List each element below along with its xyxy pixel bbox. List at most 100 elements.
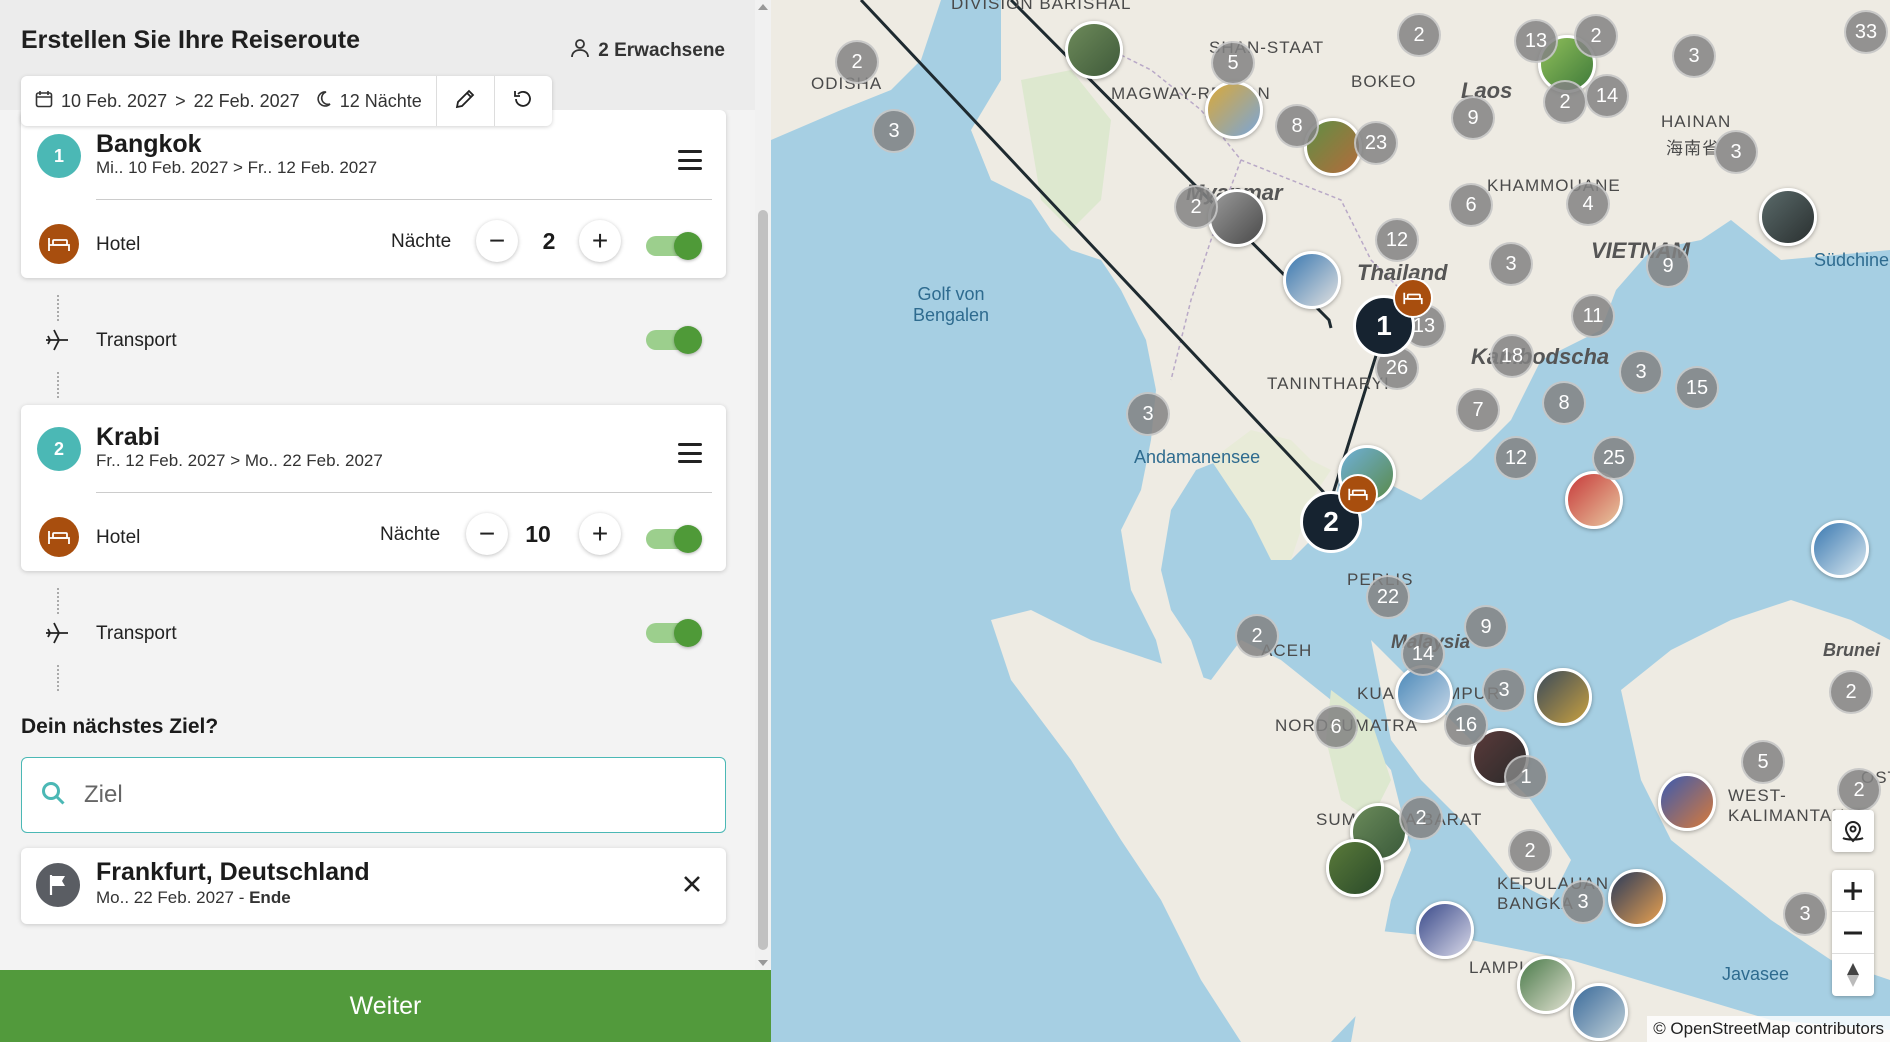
plus-button[interactable]: + [579,220,621,262]
panel-scrollbar[interactable] [755,0,771,970]
close-icon[interactable] [682,874,702,899]
cluster-marker[interactable]: 2 [1829,670,1873,714]
itinerary-list[interactable]: 1 Bangkok Mi.. 10 Feb. 2027 > Fr.. 12 Fe… [0,110,755,970]
continue-button[interactable]: Weiter [0,970,771,1042]
photo-marker[interactable] [1416,901,1474,959]
stop-card: 2 Krabi Fr.. 12 Feb. 2027 > Mo.. 22 Feb.… [21,405,726,571]
date-to: 22 Feb. 2027 [193,90,300,111]
cluster-marker[interactable]: 8 [1275,104,1319,148]
photo-marker[interactable] [1283,251,1341,309]
date-separator: > [175,90,186,111]
cluster-marker[interactable]: 9 [1464,605,1508,649]
pencil-icon [454,88,476,115]
cluster-marker[interactable]: 12 [1494,436,1538,480]
end-destination-card: Frankfurt, Deutschland Mo.. 22 Feb. 2027… [21,848,726,924]
cluster-marker[interactable]: 3 [1619,350,1663,394]
photo-marker[interactable] [1326,839,1384,897]
transport-toggle[interactable] [646,619,702,647]
cluster-marker[interactable]: 9 [1646,244,1690,288]
photo-marker[interactable] [1208,189,1266,247]
cluster-marker[interactable]: 5 [1211,41,1255,85]
cluster-marker[interactable]: 12 [1375,218,1419,262]
hotel-toggle[interactable] [646,525,702,553]
cluster-marker[interactable]: 9 [1451,96,1495,140]
cluster-marker[interactable]: 2 [1574,14,1618,58]
photo-marker[interactable] [1065,21,1123,79]
end-date: Mo.. 22 Feb. 2027 - [96,888,250,907]
map[interactable]: DIVISION BARISHAL ODISHA SHAN-STAAT MAGW… [771,0,1890,1042]
cluster-marker[interactable]: 22 [1366,575,1410,619]
cluster-marker[interactable]: 3 [872,109,916,153]
travellers-button[interactable]: 2 Erwachsene [570,38,725,64]
cluster-marker[interactable]: 7 [1456,388,1500,432]
cluster-marker[interactable]: 25 [1592,436,1636,480]
cluster-marker[interactable]: 3 [1561,880,1605,924]
hotel-toggle[interactable] [646,232,702,260]
photo-marker[interactable] [1811,520,1869,578]
cluster-marker[interactable]: 16 [1444,703,1488,747]
map-label: DIVISION BARISHAL [951,0,1132,13]
cluster-marker[interactable]: 3 [1783,892,1827,936]
nights-value: 10 [525,521,551,547]
photo-marker[interactable] [1205,81,1263,139]
zoom-out-button[interactable] [1832,912,1874,954]
cluster-marker[interactable]: 18 [1490,334,1534,378]
cluster-marker[interactable]: 5 [1741,740,1785,784]
cluster-marker[interactable]: 14 [1401,632,1445,676]
end-dates: Mo.. 22 Feb. 2027 - Ende [96,888,291,908]
cluster-marker[interactable]: 11 [1571,294,1615,338]
scrollbar-thumb[interactable] [758,210,768,950]
cluster-marker[interactable]: 2 [835,40,879,84]
cluster-marker[interactable]: 3 [1672,34,1716,78]
photo-marker[interactable] [1658,773,1716,831]
cluster-marker[interactable]: 15 [1675,366,1719,410]
map-attribution[interactable]: © OpenStreetMap contributors [1647,1016,1890,1042]
map-label: Golf von Bengalen [912,284,990,325]
cluster-marker[interactable]: 13 [1514,19,1558,63]
bed-icon [39,517,79,557]
cluster-marker[interactable]: 3 [1489,242,1533,286]
cluster-marker[interactable]: 33 [1844,10,1888,54]
cluster-marker[interactable]: 2 [1399,796,1443,840]
nights-label: Nächte [391,231,452,252]
cluster-marker[interactable]: 1 [1504,755,1548,799]
cluster-marker[interactable]: 6 [1314,705,1358,749]
menu-icon[interactable] [678,150,702,170]
zoom-in-button[interactable] [1832,870,1874,912]
cluster-marker[interactable]: 3 [1714,130,1758,174]
cluster-marker[interactable]: 23 [1354,121,1398,165]
reset-button[interactable] [493,76,552,126]
cluster-marker[interactable]: 2 [1508,829,1552,873]
edit-button[interactable] [435,76,494,126]
compass-button[interactable] [1832,954,1874,996]
locate-button[interactable] [1832,810,1874,852]
photo-marker[interactable] [1570,983,1628,1041]
cluster-marker[interactable]: 14 [1585,74,1629,118]
plus-button[interactable]: + [579,513,621,555]
cluster-marker[interactable]: 6 [1449,183,1493,227]
itinerary-panel: Erstellen Sie Ihre Reiseroute 2 Erwachse… [0,0,771,1042]
menu-icon[interactable] [678,443,702,463]
cluster-marker[interactable]: 2 [1837,768,1881,812]
photo-marker[interactable] [1759,188,1817,246]
cluster-marker[interactable]: 2 [1397,13,1441,57]
minus-button[interactable]: − [466,513,508,555]
cluster-marker[interactable]: 4 [1566,182,1610,226]
minus-button[interactable]: − [476,220,518,262]
transport-toggle[interactable] [646,326,702,354]
destination-search[interactable] [21,757,726,833]
cluster-marker[interactable]: 2 [1174,185,1218,229]
person-icon [570,38,590,64]
cluster-marker[interactable]: 2 [1543,80,1587,124]
search-input[interactable] [84,781,684,809]
date-range[interactable]: 10 Feb. 2027 > 22 Feb. 2027 [21,76,314,126]
photo-marker[interactable] [1534,668,1592,726]
end-label: Ende [249,888,291,907]
photo-marker[interactable] [1517,956,1575,1014]
cluster-marker[interactable]: 2 [1235,614,1279,658]
cluster-marker[interactable]: 3 [1482,668,1526,712]
photo-marker[interactable] [1608,869,1666,927]
bed-icon [39,224,79,264]
cluster-marker[interactable]: 8 [1542,381,1586,425]
cluster-marker[interactable]: 3 [1126,392,1170,436]
